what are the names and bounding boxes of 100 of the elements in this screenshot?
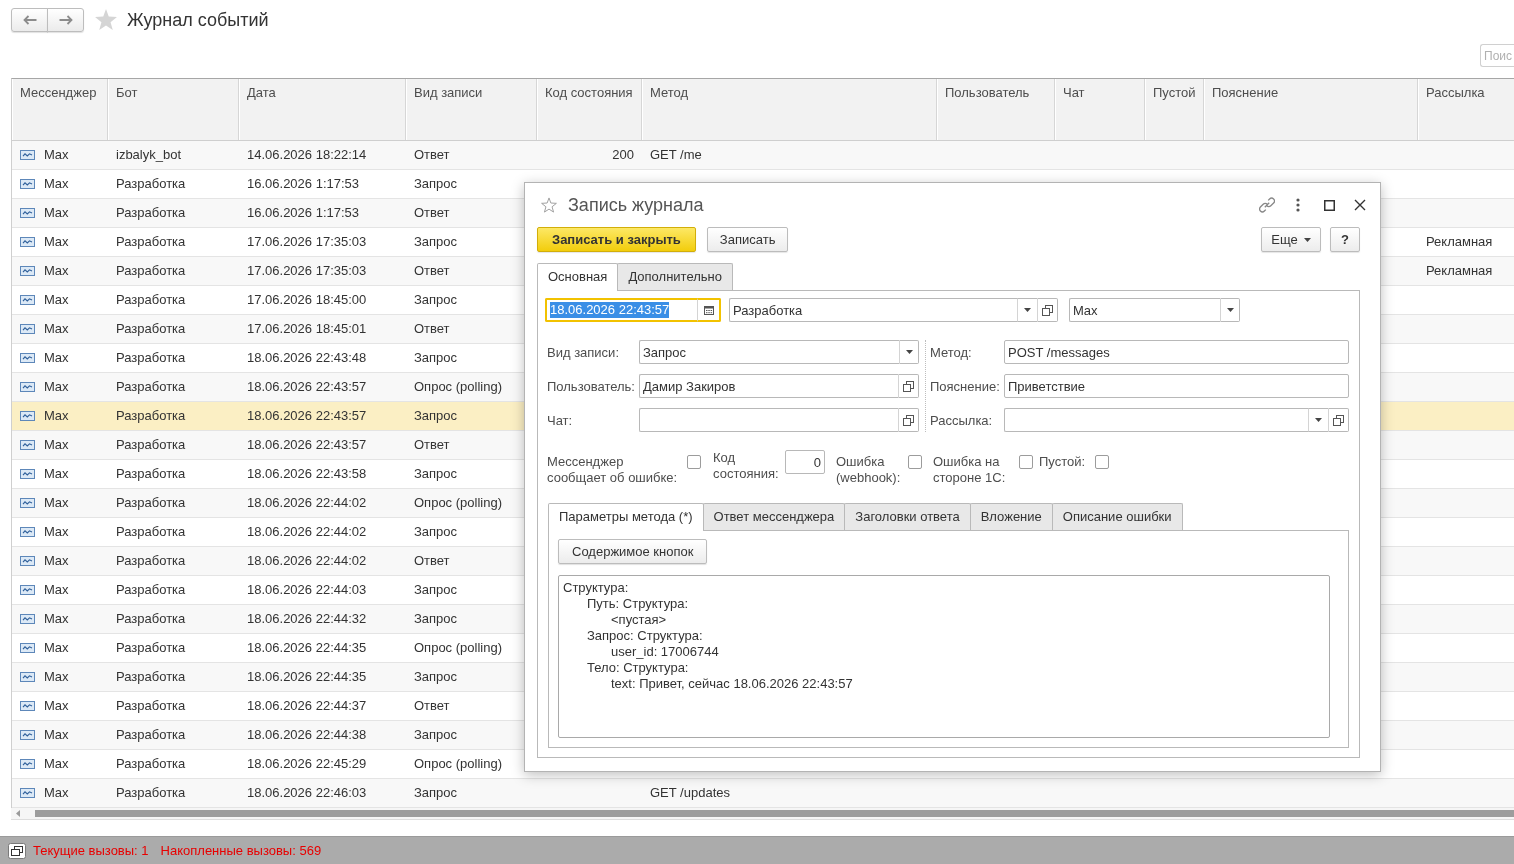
caret-left-icon[interactable] (16, 810, 20, 817)
wave-tile-icon (20, 440, 35, 450)
tab[interactable]: Параметры метода (*) (548, 503, 704, 531)
open-button[interactable] (1328, 408, 1349, 432)
checkbox[interactable] (1019, 455, 1033, 469)
bot-name: izbalyk_bot (116, 147, 182, 163)
column-header[interactable]: Мессенджер (12, 79, 108, 140)
record-type: Запрос (414, 408, 458, 424)
caret-icon (1226, 308, 1234, 312)
back-button[interactable] (11, 8, 48, 32)
messenger-name: Max (44, 350, 69, 366)
messenger-name: Max (44, 321, 69, 337)
checkbox[interactable] (1095, 455, 1109, 469)
column-header[interactable]: Рассылка (1418, 79, 1514, 140)
method-text: GET /me (650, 147, 702, 163)
bot-name: Разработка (116, 640, 186, 656)
column-header[interactable]: Вид записи (406, 79, 537, 140)
status-code-field[interactable]: 0 (785, 450, 825, 474)
star-icon[interactable] (541, 197, 557, 213)
caret-icon (1024, 308, 1031, 312)
dropdown-button[interactable] (1308, 408, 1328, 432)
user-field[interactable]: Дамир Закиров (639, 374, 898, 398)
dropdown-button[interactable] (1220, 298, 1240, 322)
method-field[interactable]: POST /messages (1004, 340, 1349, 364)
caret-icon (905, 350, 913, 354)
record-type: Ответ (414, 437, 450, 453)
dropdown-button[interactable] (899, 340, 919, 364)
date-time: 18.06.2026 22:44:02 (247, 553, 367, 569)
more-menu-button[interactable]: Еще (1261, 227, 1321, 252)
open-button[interactable] (898, 408, 919, 432)
messenger-field[interactable]: Max (1069, 298, 1220, 322)
tab[interactable]: Основная (537, 263, 619, 291)
record-type: Запрос (414, 466, 458, 482)
messenger-name: Max (44, 176, 69, 192)
structure-text-area[interactable]: Структура: Путь: Структура: <пустая> Запрос: Структура: user_id: 17006744 Тело: Структура: text: Привет, сейчас 18.06.2026 22:43:57 (558, 575, 1330, 738)
table-row[interactable]: Max Разработка 18.06.2026 22:46:03 Запрос GET /updates (12, 779, 1514, 808)
wave-tile-icon (20, 208, 35, 218)
help-button[interactable]: ? (1330, 227, 1360, 252)
column-header[interactable]: Пустой (1145, 79, 1204, 140)
messenger-name: Max (44, 466, 69, 482)
horizontal-scrollbar[interactable] (11, 808, 1514, 820)
column-header[interactable]: Пользователь (937, 79, 1055, 140)
field-label: Пользователь: (547, 378, 636, 394)
buttons-content-button[interactable]: Содержимое кнопок (558, 539, 708, 564)
wave-tile-icon (20, 150, 35, 160)
wave-tile-icon (20, 498, 35, 508)
bot-name: Разработка (116, 263, 186, 279)
wave-tile-icon (20, 730, 35, 740)
date-time: 18.06.2026 22:43:57 (247, 437, 367, 453)
wave-tile-icon (20, 672, 35, 682)
status-text: Текущие вызовы: 1 (33, 843, 149, 858)
date-time: 18.06.2026 22:45:29 (247, 756, 367, 772)
column-header[interactable]: Метод (642, 79, 937, 140)
search-field[interactable]: Поис (1480, 44, 1514, 67)
wave-tile-icon (20, 527, 35, 537)
record-type: Запрос (414, 582, 458, 598)
record-type: Опрос (polling) (414, 495, 502, 511)
record-type-field[interactable]: Запрос (639, 340, 899, 364)
save-button[interactable]: Записать (706, 227, 789, 252)
note-field[interactable]: Приветствие (1004, 374, 1349, 398)
calendar-button[interactable] (697, 298, 721, 322)
column-header[interactable]: Пояснение (1204, 79, 1418, 140)
arrow-left-icon (22, 15, 37, 25)
save-close-button[interactable]: Записать и закрыть (537, 227, 696, 252)
more-icon (1296, 198, 1300, 212)
open-button[interactable] (1037, 298, 1058, 322)
checkbox[interactable] (908, 455, 922, 469)
tab[interactable]: Дополнительно (617, 263, 733, 290)
bot-name: Разработка (116, 408, 186, 424)
tab[interactable]: Описание ошибки (1051, 503, 1183, 530)
wave-tile-icon (20, 556, 35, 566)
windows-icon[interactable] (8, 842, 26, 859)
column-header[interactable]: Дата (239, 79, 406, 140)
field-label: Вид записи: (547, 344, 620, 360)
mailing-field[interactable] (1004, 408, 1308, 432)
record-type: Ответ (414, 321, 450, 337)
tab[interactable]: Ответ мессенджера (702, 503, 846, 530)
column-header[interactable]: Чат (1055, 79, 1145, 140)
star-icon[interactable] (95, 9, 117, 30)
dialog-title: Запись журнала (568, 194, 704, 216)
messenger-name: Max (44, 611, 69, 627)
table-row[interactable]: Max izbalyk_bot 14.06.2026 18:22:14 Ответ 200 GET /me (12, 141, 1514, 170)
bot-name: Разработка (116, 495, 186, 511)
open-button[interactable] (898, 374, 919, 398)
dropdown-button[interactable] (1017, 298, 1037, 322)
status-code: 200 (612, 147, 634, 163)
tab[interactable]: Вложение (969, 503, 1053, 530)
checkbox[interactable] (687, 455, 701, 469)
structure-line: Структура: (563, 580, 629, 595)
bot-field[interactable]: Разработка (729, 298, 1017, 322)
record-type: Запрос (414, 176, 458, 192)
field-label: Метод: (930, 344, 973, 360)
calendar-icon (703, 305, 714, 315)
tab[interactable]: Заголовки ответа (844, 503, 971, 530)
column-header[interactable]: Код состояния (537, 79, 642, 140)
forward-button[interactable] (47, 8, 84, 32)
scrollbar-thumb[interactable] (35, 810, 1514, 817)
column-header[interactable]: Бот (108, 79, 239, 140)
chat-field[interactable] (639, 408, 898, 432)
messenger-name: Max (44, 379, 69, 395)
